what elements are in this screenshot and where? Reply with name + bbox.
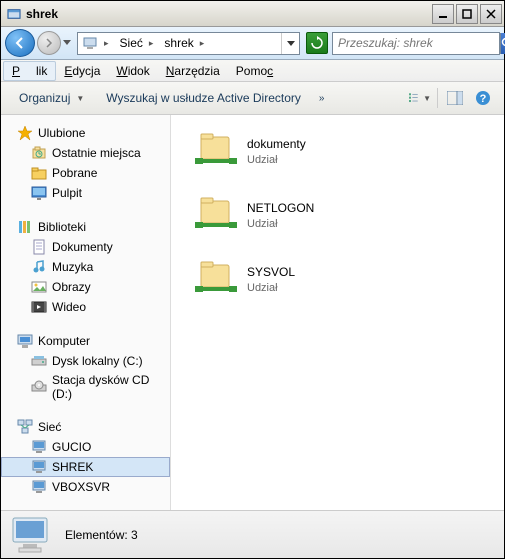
drive-icon [31, 353, 47, 369]
share-folder-icon [195, 195, 237, 237]
item-type: Udział [247, 217, 314, 231]
item-name: dokumenty [247, 137, 306, 153]
address-computer-icon[interactable]: ▸ [78, 33, 116, 54]
address-dropdown[interactable] [281, 33, 299, 54]
pc-icon [31, 479, 47, 495]
pc-icon [31, 459, 47, 475]
explorer-window: shrek ▸ Sieć▸ shrek▸ Pdocument.currentSc… [0, 0, 505, 559]
search-input[interactable] [333, 36, 500, 50]
menu-help[interactable]: Pomoc [228, 62, 281, 80]
item-type: Udział [247, 281, 295, 295]
menu-view[interactable]: Widok [108, 62, 157, 80]
libraries-icon [17, 219, 33, 235]
toolbar-overflow[interactable]: » [315, 89, 329, 108]
computer-large-icon [11, 516, 53, 554]
music-icon [31, 259, 47, 275]
status-text: Elementów: 3 [65, 528, 138, 542]
nav-cd-drive[interactable]: Stacja dysków CD (D:) [1, 371, 170, 403]
window-title: shrek [26, 7, 432, 21]
close-button[interactable] [480, 4, 502, 24]
cd-icon [31, 379, 47, 395]
nav-history-dropdown[interactable] [63, 40, 71, 46]
menu-tools[interactable]: Narzędzia [158, 62, 228, 80]
nav-network-shrek[interactable]: SHREK [1, 457, 170, 477]
folder-icon [31, 165, 47, 181]
share-folder-icon [195, 259, 237, 301]
videos-icon [31, 299, 47, 315]
share-item-dokumenty[interactable]: dokumenty Udział [191, 127, 484, 177]
item-name: NETLOGON [247, 201, 314, 217]
minimize-button[interactable] [432, 4, 454, 24]
nav-pictures[interactable]: Obrazy [1, 277, 170, 297]
titlebar[interactable]: shrek [1, 1, 504, 27]
view-options-button[interactable]: ▼ [409, 87, 431, 109]
menu-bar: Pdocument.currentScript.previousElementS… [1, 60, 504, 82]
navigation-bar: ▸ Sieć▸ shrek▸ [1, 27, 504, 60]
desktop-icon [31, 185, 47, 201]
maximize-button[interactable] [456, 4, 478, 24]
back-button[interactable] [5, 29, 35, 57]
nav-libraries-header[interactable]: Biblioteki [1, 217, 170, 237]
svg-text:?: ? [480, 93, 487, 105]
nav-downloads[interactable]: Pobrane [1, 163, 170, 183]
nav-favorites-header[interactable]: Ulubione [1, 123, 170, 143]
navigation-pane[interactable]: Ulubione Ostatnie miejsca Pobrane Pulpit… [1, 115, 171, 510]
pictures-icon [31, 279, 47, 295]
nav-network-vboxsvr[interactable]: VBOXSVR [1, 477, 170, 497]
preview-pane-button[interactable] [444, 87, 466, 109]
address-segment-host[interactable]: shrek▸ [160, 33, 211, 54]
share-item-sysvol[interactable]: SYSVOL Udział [191, 255, 484, 305]
address-segment-network[interactable]: Sieć▸ [116, 33, 161, 54]
organize-button[interactable]: Organizuj▼ [11, 87, 92, 109]
nav-computer-header[interactable]: Komputer [1, 331, 170, 351]
refresh-button[interactable] [306, 32, 328, 54]
forward-button[interactable] [37, 31, 61, 55]
search-button[interactable] [500, 33, 505, 54]
item-name: SYSVOL [247, 265, 295, 281]
nav-desktop[interactable]: Pulpit [1, 183, 170, 203]
help-button[interactable]: ? [472, 87, 494, 109]
menu-file[interactable]: Pdocument.currentScript.previousElementS… [3, 61, 56, 81]
nav-recent-places[interactable]: Ostatnie miejsca [1, 143, 170, 163]
computer-icon [17, 333, 33, 349]
nav-network-gucio[interactable]: GUCIO [1, 437, 170, 457]
share-item-netlogon[interactable]: NETLOGON Udział [191, 191, 484, 241]
nav-videos[interactable]: Wideo [1, 297, 170, 317]
nav-local-disk[interactable]: Dysk lokalny (C:) [1, 351, 170, 371]
nav-music[interactable]: Muzyka [1, 257, 170, 277]
search-box [332, 32, 500, 55]
pc-icon [31, 439, 47, 455]
documents-icon [31, 239, 47, 255]
menu-edit[interactable]: Edycja [56, 62, 108, 80]
network-icon [17, 419, 33, 435]
recent-icon [31, 145, 47, 161]
share-folder-icon [195, 131, 237, 173]
app-icon [7, 7, 21, 21]
active-directory-button[interactable]: Wyszukaj w usłudze Active Directory [98, 87, 309, 109]
address-bar[interactable]: ▸ Sieć▸ shrek▸ [77, 32, 300, 55]
toolbar: Organizuj▼ Wyszukaj w usłudze Active Dir… [1, 82, 504, 115]
content-pane[interactable]: dokumenty Udział NETLOGON Udział SYSVO [171, 115, 504, 510]
item-type: Udział [247, 153, 306, 167]
nav-network-header[interactable]: Sieć [1, 417, 170, 437]
star-icon [17, 125, 33, 141]
nav-documents[interactable]: Dokumenty [1, 237, 170, 257]
details-pane: Elementów: 3 [1, 510, 504, 558]
